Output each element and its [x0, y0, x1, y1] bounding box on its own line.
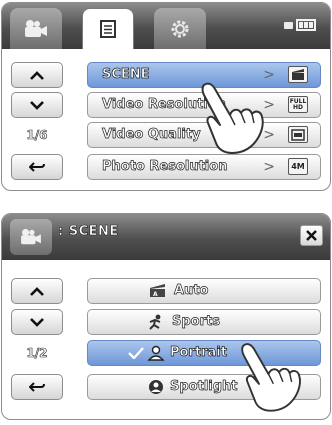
scene-option-sports[interactable]: Sports [87, 309, 321, 335]
scene-option-label: Spotlight [170, 379, 238, 395]
scene-panel: : SCENE 1/2 A Auto Sports Portrait Spotl… [1, 213, 331, 420]
chevron-up-icon [30, 286, 44, 296]
chevron-right-icon: > [263, 159, 275, 175]
scroll-down-button[interactable] [11, 92, 63, 118]
auto-scene-icon: A [148, 282, 168, 299]
chevron-down-icon [30, 317, 44, 327]
menu-item-label: Video Quality [102, 127, 201, 143]
scroll-up-button[interactable] [11, 62, 63, 88]
camcorder-icon [21, 228, 41, 245]
pointing-hand-icon [201, 82, 264, 154]
scene-header: : SCENE [2, 214, 330, 260]
close-icon [306, 230, 317, 241]
scene-option-label: Portrait [170, 345, 228, 361]
menu-list-icon [100, 20, 116, 38]
portrait-icon [146, 344, 166, 361]
menu-header [2, 3, 330, 49]
back-arrow-icon [29, 382, 45, 392]
scene-option-label: Auto [174, 283, 209, 299]
scene-camera-tab [10, 219, 52, 255]
scene-option-auto[interactable]: A Auto [87, 278, 321, 304]
page-indicator: 1/2 [26, 346, 48, 361]
back-button[interactable] [11, 154, 63, 180]
scene-option-label: Sports [172, 314, 221, 330]
sports-icon [146, 313, 166, 330]
chevron-down-icon [30, 100, 44, 110]
scroll-up-button[interactable] [11, 278, 63, 304]
page-indicator: 1/6 [26, 128, 48, 143]
tab-settings[interactable] [154, 8, 206, 49]
menu-item-label: SCENE [102, 67, 150, 83]
settings-gear-icon [171, 20, 189, 37]
menu-panel: 1/6 SCENE > Video Resolution > FULL HD V… [1, 2, 331, 191]
battery-icon [284, 19, 316, 31]
back-arrow-icon [29, 162, 45, 172]
camcorder-icon [25, 19, 47, 37]
spotlight-icon [146, 378, 166, 395]
tab-menu[interactable] [82, 8, 134, 49]
svg-text:A: A [153, 291, 158, 298]
back-button[interactable] [11, 374, 63, 400]
tab-camera[interactable] [10, 8, 62, 49]
pointing-hand-icon [241, 343, 301, 412]
scroll-down-button[interactable] [11, 309, 63, 335]
scene-title: : SCENE [58, 224, 119, 240]
chevron-up-icon [30, 70, 44, 80]
checkmark-icon [128, 347, 144, 359]
close-button[interactable] [300, 225, 323, 246]
